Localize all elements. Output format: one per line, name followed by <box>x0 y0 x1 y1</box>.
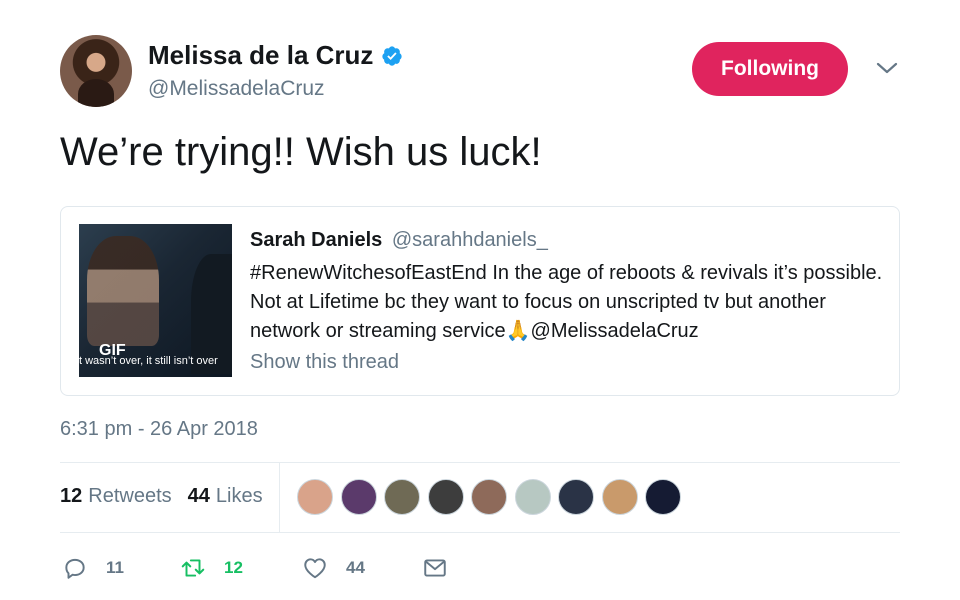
divider-top <box>60 462 900 463</box>
like-action-count: 44 <box>346 558 365 577</box>
retweets-label: Retweets <box>88 485 172 507</box>
reply-button[interactable]: 11 <box>62 555 124 581</box>
author-handle[interactable]: @MelissadelaCruz <box>148 77 325 101</box>
likers-avatars <box>297 479 689 515</box>
liker-avatar-3[interactable] <box>384 479 420 515</box>
like-button[interactable]: 44 <box>302 555 365 581</box>
show-thread-link[interactable]: Show this thread <box>250 351 399 374</box>
quoted-author-handle[interactable]: @sarahhdaniels_ <box>392 229 548 251</box>
liker-avatar-9[interactable] <box>645 479 681 515</box>
quoted-author: Sarah Daniels @sarahhdaniels_ <box>250 229 548 252</box>
author-avatar[interactable] <box>60 35 132 107</box>
likes-count: 44 <box>187 485 210 507</box>
liker-avatar-2[interactable] <box>340 479 377 515</box>
envelope-icon <box>424 559 446 577</box>
quoted-gif-thumbnail[interactable]: GIF t wasn’t over, it still isn’t over <box>79 224 232 377</box>
author-name-row: Melissa de la Cruz <box>148 40 403 71</box>
gif-figure-left <box>87 236 159 346</box>
retweet-button[interactable]: 12 <box>180 555 243 581</box>
retweets-count: 12 <box>60 485 83 507</box>
gif-caption: t wasn’t over, it still isn’t over <box>79 355 218 367</box>
quoted-author-name[interactable]: Sarah Daniels <box>250 229 382 251</box>
chevron-down-icon[interactable] <box>876 60 898 76</box>
retweet-icon <box>181 559 205 577</box>
reply-icon <box>65 558 85 579</box>
retweet-action-count: 12 <box>224 558 243 577</box>
likes-label: Likes <box>215 485 263 507</box>
following-button[interactable]: Following <box>692 42 848 96</box>
liker-avatar-5[interactable] <box>471 479 507 515</box>
reply-count: 11 <box>106 558 124 577</box>
liker-avatar-4[interactable] <box>427 479 464 515</box>
stats-separator <box>279 463 280 532</box>
liker-avatar-7[interactable] <box>558 479 594 515</box>
likes-stat[interactable]: 44 Likes <box>188 485 263 508</box>
quoted-tweet-card[interactable]: GIF t wasn’t over, it still isn’t over S… <box>60 206 900 396</box>
liker-avatar-8[interactable] <box>601 479 638 515</box>
engagement-stats: 12 Retweets 44 Likes <box>60 485 279 508</box>
liker-avatar-1[interactable] <box>297 479 333 515</box>
heart-icon <box>304 558 326 579</box>
author-display-name[interactable]: Melissa de la Cruz <box>148 40 373 71</box>
tweet-text: We’re trying!! Wish us luck! <box>60 130 542 174</box>
tweet-timestamp[interactable]: 6:31 pm - 26 Apr 2018 <box>60 418 258 441</box>
divider-bottom <box>60 532 900 533</box>
retweets-stat[interactable]: 12 Retweets <box>60 485 172 508</box>
quoted-tweet-text: #RenewWitchesofEastEnd In the age of reb… <box>250 262 883 342</box>
direct-message-button[interactable] <box>422 555 466 581</box>
liker-avatar-6[interactable] <box>514 479 551 515</box>
verified-badge-icon <box>382 45 403 66</box>
